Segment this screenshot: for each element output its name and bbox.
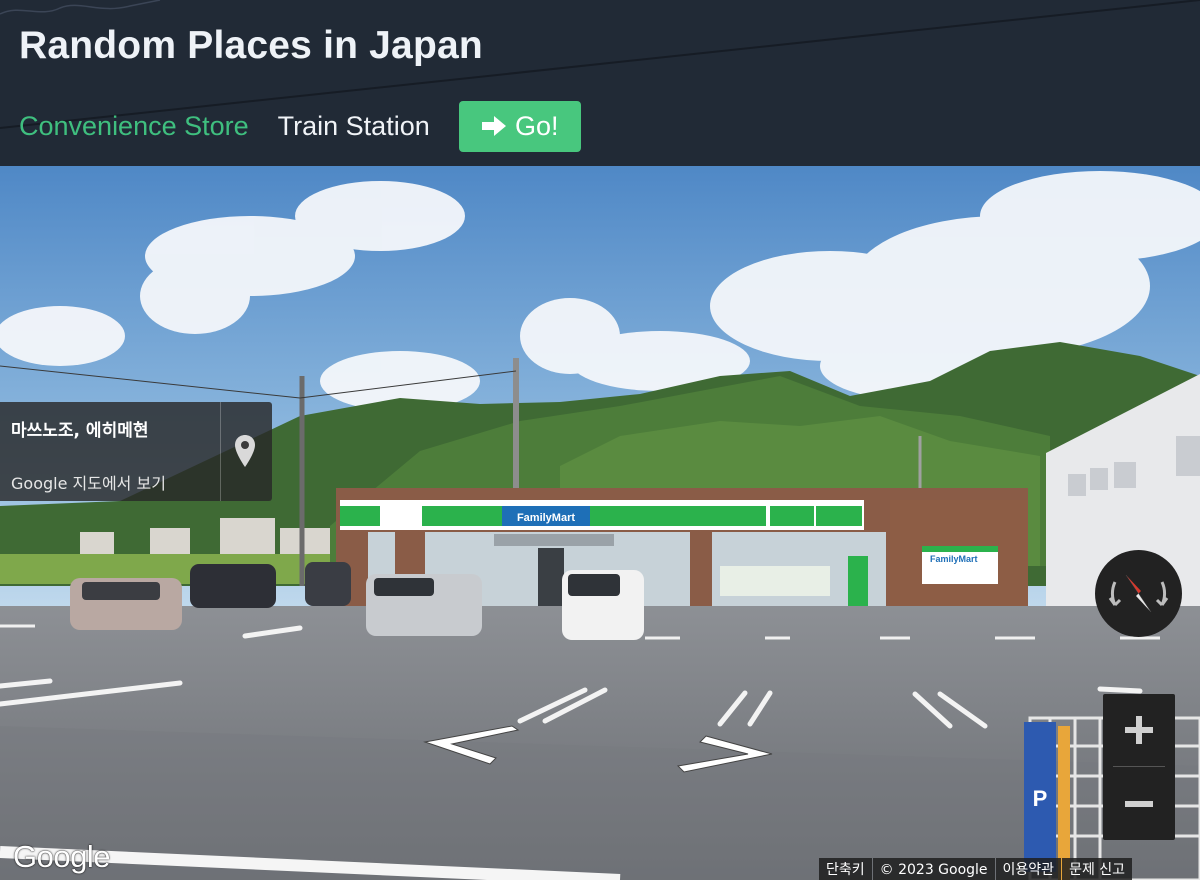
app-header: Random Places in Japan Convenience Store…: [0, 0, 1200, 166]
attribution-bar: 단축키 © 2023 Google 이용약관 문제 신고: [818, 858, 1133, 880]
store-sign-text: FamilyMart: [517, 512, 575, 524]
place-name: 마쓰노조, 에히메현: [11, 421, 149, 441]
go-button-label: Go!: [514, 110, 559, 141]
category-nav: Convenience Store Train Station Go!: [19, 100, 581, 152]
nav-convenience-store[interactable]: Convenience Store: [19, 101, 249, 151]
street-view-panorama[interactable]: FamilyMart FamilyMart P 마쓰노조, 에히메현 Googl…: [0, 166, 1200, 880]
nav-train-station[interactable]: Train Station: [278, 101, 430, 151]
terms-link[interactable]: 이용약관: [995, 858, 1062, 880]
copyright-text: © 2023 Google: [872, 858, 995, 880]
keyboard-shortcuts-link[interactable]: 단축키: [819, 858, 872, 880]
zoom-in-button[interactable]: [1103, 694, 1175, 766]
app-title: Random Places in Japan: [19, 24, 483, 67]
google-logo: Google: [13, 839, 110, 874]
zoom-out-button[interactable]: [1103, 768, 1175, 840]
card-divider: [220, 402, 221, 501]
minus-icon: [1125, 801, 1153, 807]
map-pin-icon[interactable]: [234, 434, 256, 468]
plus-icon: [1125, 716, 1153, 744]
zoom-control: [1103, 694, 1175, 840]
right-arrow-icon: [481, 116, 506, 136]
compass-icon: [1108, 574, 1169, 613]
zoom-separator: [1113, 766, 1165, 767]
view-in-google-maps-link[interactable]: Google 지도에서 보기: [11, 470, 166, 494]
report-problem-link[interactable]: 문제 신고: [1062, 858, 1133, 880]
street-view-image: FamilyMart FamilyMart P: [0, 166, 1200, 880]
parking-sign-text: P: [1033, 786, 1048, 811]
wall-sign-text: FamilyMart: [930, 554, 978, 564]
compass-control[interactable]: [1095, 550, 1182, 637]
place-info-card: 마쓰노조, 에히메현 Google 지도에서 보기: [0, 402, 272, 501]
go-button[interactable]: Go!: [458, 100, 581, 152]
